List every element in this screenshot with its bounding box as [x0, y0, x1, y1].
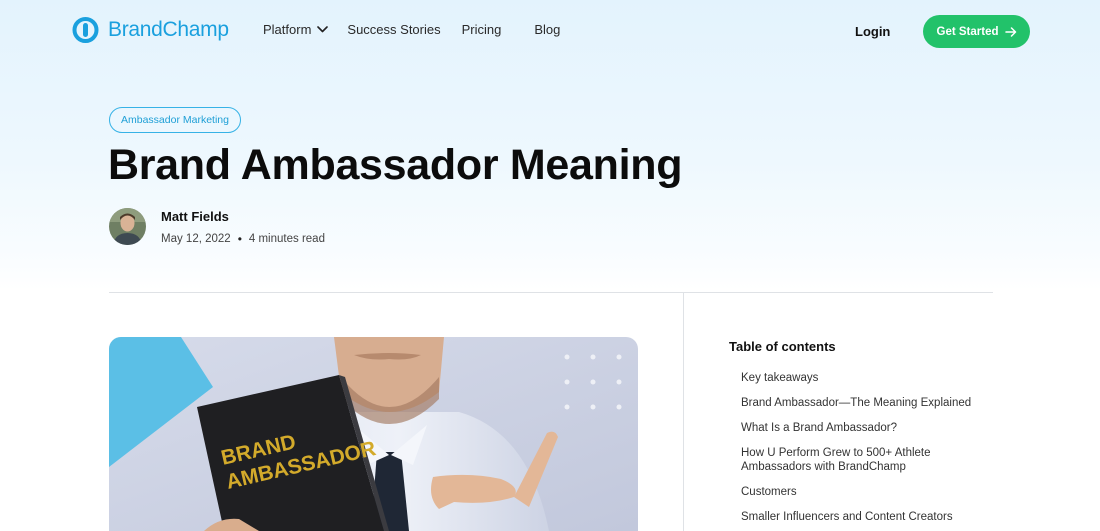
chevron-down-icon: [317, 26, 329, 33]
login-link[interactable]: Login: [855, 24, 890, 39]
publish-date: May 12, 2022: [161, 233, 231, 245]
get-started-label: Get Started: [936, 25, 999, 38]
get-started-button[interactable]: Get Started: [923, 15, 1030, 48]
category-tag[interactable]: Ambassador Marketing: [109, 107, 241, 133]
top-navigation: BrandChamp Platform Success Stories Pric…: [0, 0, 1100, 62]
author-avatar: [109, 208, 146, 245]
toc-link-customers[interactable]: Customers: [741, 486, 797, 498]
brandchamp-logo[interactable]: BrandChamp: [70, 16, 229, 44]
nav-platform[interactable]: Platform: [263, 22, 329, 37]
page-title: Brand Ambassador Meaning: [108, 141, 683, 189]
header-divider: [109, 292, 993, 293]
nav-blog[interactable]: Blog: [534, 22, 560, 37]
arrow-right-icon: [1004, 26, 1016, 37]
toc-link-key-takeaways[interactable]: Key takeaways: [741, 372, 818, 384]
nav-success-stories[interactable]: Success Stories: [347, 22, 440, 37]
toc-link-u-perform[interactable]: How U Perform Grew to 500+ Athlete Ambas…: [741, 447, 931, 473]
article-meta: May 12, 2022 • 4 minutes read: [161, 232, 325, 246]
toc-link-meaning-explained[interactable]: Brand Ambassador—The Meaning Explained: [741, 397, 971, 409]
nav-pricing[interactable]: Pricing: [462, 22, 502, 37]
logo-text: BrandChamp: [108, 18, 229, 41]
toc-item[interactable]: Brand Ambassador—The Meaning Explained: [741, 396, 971, 410]
toc-item[interactable]: Key takeaways: [741, 371, 971, 385]
toc-title: Table of contents: [729, 339, 836, 354]
sidebar-divider: [683, 292, 684, 531]
toc-list: Key takeaways Brand Ambassador—The Meani…: [741, 371, 971, 524]
main-menu: Platform Success Stories Pricing Blog: [263, 22, 560, 37]
author-name[interactable]: Matt Fields: [161, 209, 229, 224]
toc-item[interactable]: Smaller Influencers and Content Creators: [741, 510, 971, 524]
toc-item[interactable]: How U Perform Grew to 500+ Athlete Ambas…: [741, 446, 961, 474]
toc-link-what-is[interactable]: What Is a Brand Ambassador?: [741, 422, 897, 434]
toc-link-smaller-influencers[interactable]: Smaller Influencers and Content Creators: [741, 511, 953, 523]
read-time: 4 minutes read: [248, 233, 325, 245]
toc-item[interactable]: Customers: [741, 485, 971, 499]
hero-image: BRAND AMBASSADOR: [109, 337, 638, 531]
brandchamp-logo-icon: [72, 17, 99, 43]
nav-platform-label: Platform: [263, 22, 312, 37]
toc-item[interactable]: What Is a Brand Ambassador?: [741, 421, 971, 435]
meta-separator: •: [237, 232, 242, 246]
